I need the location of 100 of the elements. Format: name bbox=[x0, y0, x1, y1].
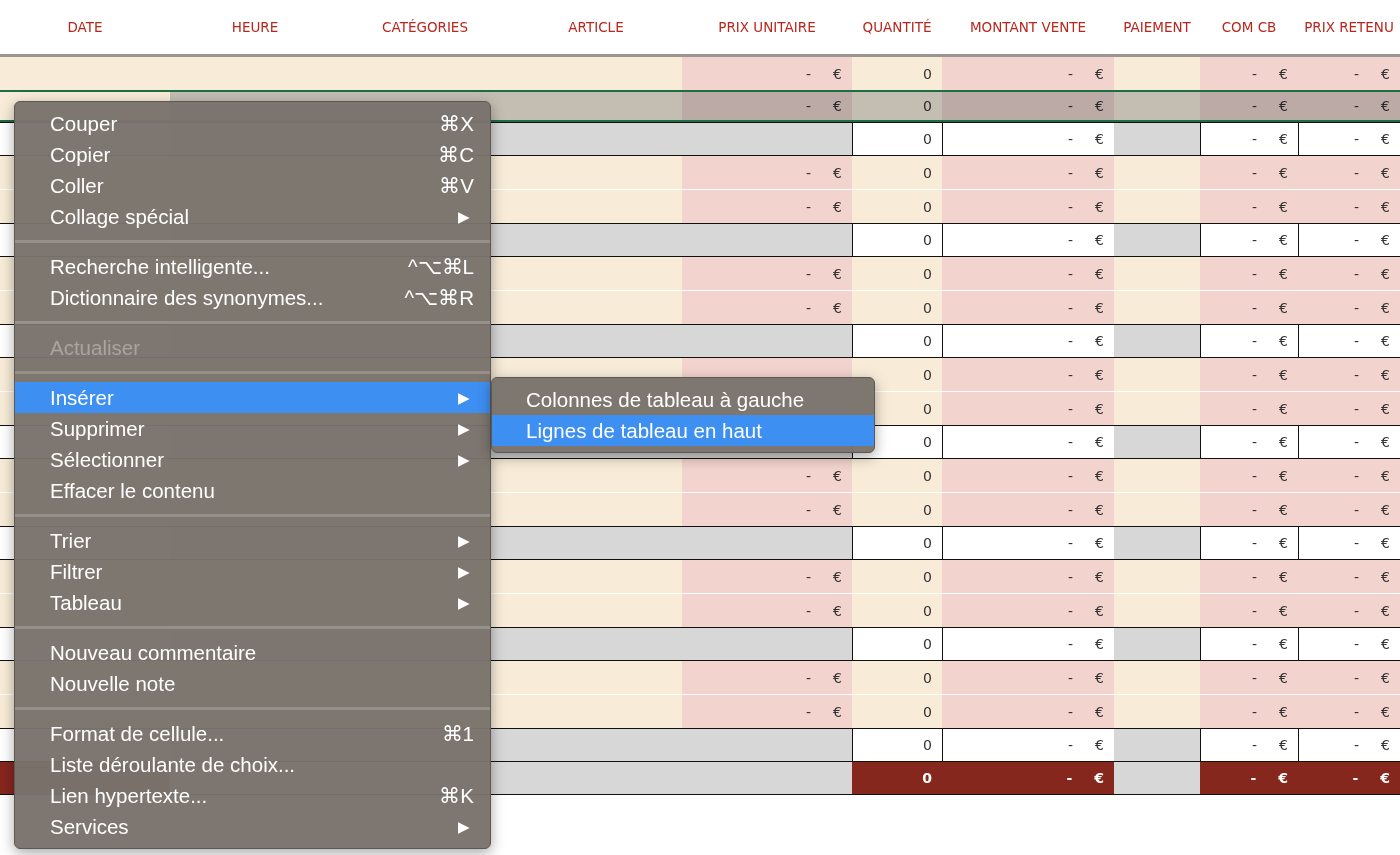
cell-value: 0 bbox=[923, 703, 932, 720]
cell-value: - bbox=[1068, 535, 1074, 551]
column-header: CATÉGORIES bbox=[381, 18, 469, 37]
currency-symbol: € bbox=[1279, 737, 1288, 753]
currency-symbol: € bbox=[1279, 501, 1288, 518]
menu-item[interactable]: Lignes de tableau en haut bbox=[492, 415, 874, 446]
currency-symbol: € bbox=[1381, 265, 1390, 282]
cell-value: - bbox=[1252, 434, 1258, 450]
cell-value: - bbox=[1354, 198, 1360, 215]
cell-value: - bbox=[1252, 65, 1258, 82]
submenu-arrow: ▶ bbox=[458, 593, 470, 612]
cell-value: - bbox=[1252, 467, 1258, 484]
currency-symbol: € bbox=[1279, 131, 1288, 147]
currency-symbol: € bbox=[1381, 232, 1390, 248]
cell-value: - bbox=[1354, 636, 1360, 652]
submenu-arrow: ▶ bbox=[458, 419, 470, 438]
currency-symbol: € bbox=[833, 703, 842, 720]
table-row[interactable]: - € 0 - € - € - € bbox=[0, 57, 1400, 91]
currency-symbol: € bbox=[1380, 770, 1390, 786]
currency-symbol: € bbox=[1279, 65, 1288, 82]
currency-symbol: € bbox=[1095, 602, 1104, 619]
cell-value: - bbox=[1352, 770, 1359, 786]
cell-value: 0 bbox=[923, 400, 932, 417]
cell-value: - bbox=[1252, 501, 1258, 518]
currency-symbol: € bbox=[1381, 164, 1390, 181]
cell-value: - bbox=[1252, 703, 1258, 720]
cell-value: - bbox=[1252, 164, 1258, 181]
currency-symbol: € bbox=[833, 299, 842, 316]
cell-value: - bbox=[1252, 568, 1258, 585]
cell-value: - bbox=[1068, 501, 1074, 518]
cell-value: - bbox=[1252, 299, 1258, 316]
currency-symbol: € bbox=[1279, 333, 1288, 349]
currency-symbol: € bbox=[1095, 232, 1104, 248]
currency-symbol: € bbox=[1095, 669, 1104, 686]
currency-symbol: € bbox=[1381, 737, 1390, 753]
currency-symbol: € bbox=[1381, 366, 1390, 383]
currency-symbol: € bbox=[1095, 400, 1104, 417]
cell-value: - bbox=[806, 265, 812, 282]
cell-value: - bbox=[1354, 568, 1360, 585]
cell-value: 0 bbox=[923, 467, 932, 484]
cell-value: - bbox=[1252, 265, 1258, 282]
menu-item-label: Filtrer bbox=[50, 559, 103, 584]
cell-value: - bbox=[806, 568, 812, 585]
column-header: PAIEMENT bbox=[1122, 18, 1192, 37]
cell-value: - bbox=[806, 198, 812, 215]
menu-item[interactable]: Services ▶ bbox=[15, 811, 490, 842]
currency-symbol: € bbox=[1279, 602, 1288, 619]
currency-symbol: € bbox=[1095, 299, 1104, 316]
cell-value: 0 bbox=[923, 131, 932, 147]
cell-value: - bbox=[1250, 770, 1257, 786]
cell-value: - bbox=[806, 164, 812, 181]
currency-symbol: € bbox=[1095, 703, 1104, 720]
cell-value: - bbox=[1354, 265, 1360, 282]
cell-value: 0 bbox=[923, 636, 932, 652]
cell-value: - bbox=[1068, 265, 1074, 282]
currency-symbol: € bbox=[1095, 636, 1104, 652]
currency-symbol: € bbox=[1381, 131, 1390, 147]
cell-value: - bbox=[1354, 669, 1360, 686]
currency-symbol: € bbox=[1095, 164, 1104, 181]
cell-value: - bbox=[1354, 400, 1360, 417]
currency-symbol: € bbox=[1279, 467, 1288, 484]
currency-symbol: € bbox=[1278, 770, 1288, 786]
menu-item-label: Trier bbox=[50, 528, 92, 553]
currency-symbol: € bbox=[1095, 265, 1104, 282]
cell-value: - bbox=[1252, 669, 1258, 686]
currency-symbol: € bbox=[1094, 770, 1104, 786]
currency-symbol: € bbox=[833, 198, 842, 215]
cell-value: - bbox=[1068, 703, 1074, 720]
cell-value: 0 bbox=[923, 737, 932, 753]
cell-value: - bbox=[1354, 232, 1360, 248]
cell-value: - bbox=[1252, 535, 1258, 551]
cell-value: - bbox=[1252, 366, 1258, 383]
currency-symbol: € bbox=[833, 602, 842, 619]
cell-value: - bbox=[806, 703, 812, 720]
cell-value: - bbox=[806, 602, 812, 619]
cell-value: 0 bbox=[923, 366, 932, 383]
cell-value: - bbox=[1068, 636, 1074, 652]
currency-symbol: € bbox=[1279, 299, 1288, 316]
cell-value: - bbox=[1252, 232, 1258, 248]
currency-symbol: € bbox=[1381, 65, 1390, 82]
submenu-arrow: ▶ bbox=[458, 817, 470, 836]
cell-value: - bbox=[1252, 198, 1258, 215]
cell-value: 0 bbox=[923, 299, 932, 316]
cell-value: - bbox=[1068, 131, 1074, 147]
column-header: ARTICLE bbox=[567, 18, 625, 37]
cell-value: - bbox=[1068, 65, 1074, 82]
menu-item[interactable]: Supprimer ▶ bbox=[15, 413, 490, 444]
cell-value: - bbox=[1354, 434, 1360, 450]
currency-symbol: € bbox=[1279, 434, 1288, 450]
currency-symbol: € bbox=[1279, 232, 1288, 248]
menu-item[interactable]: Insérer ▶ bbox=[15, 382, 490, 413]
menu-item-label: Recherche intelligente... bbox=[50, 254, 270, 279]
currency-symbol: € bbox=[1381, 636, 1390, 652]
cell-value: - bbox=[1354, 501, 1360, 518]
currency-symbol: € bbox=[833, 568, 842, 585]
cell-value: - bbox=[1068, 737, 1074, 753]
cell-value: - bbox=[806, 98, 812, 114]
cell-value: - bbox=[1068, 198, 1074, 215]
menu-item[interactable]: Trier ▶ bbox=[15, 525, 490, 556]
cell-value: - bbox=[806, 669, 812, 686]
